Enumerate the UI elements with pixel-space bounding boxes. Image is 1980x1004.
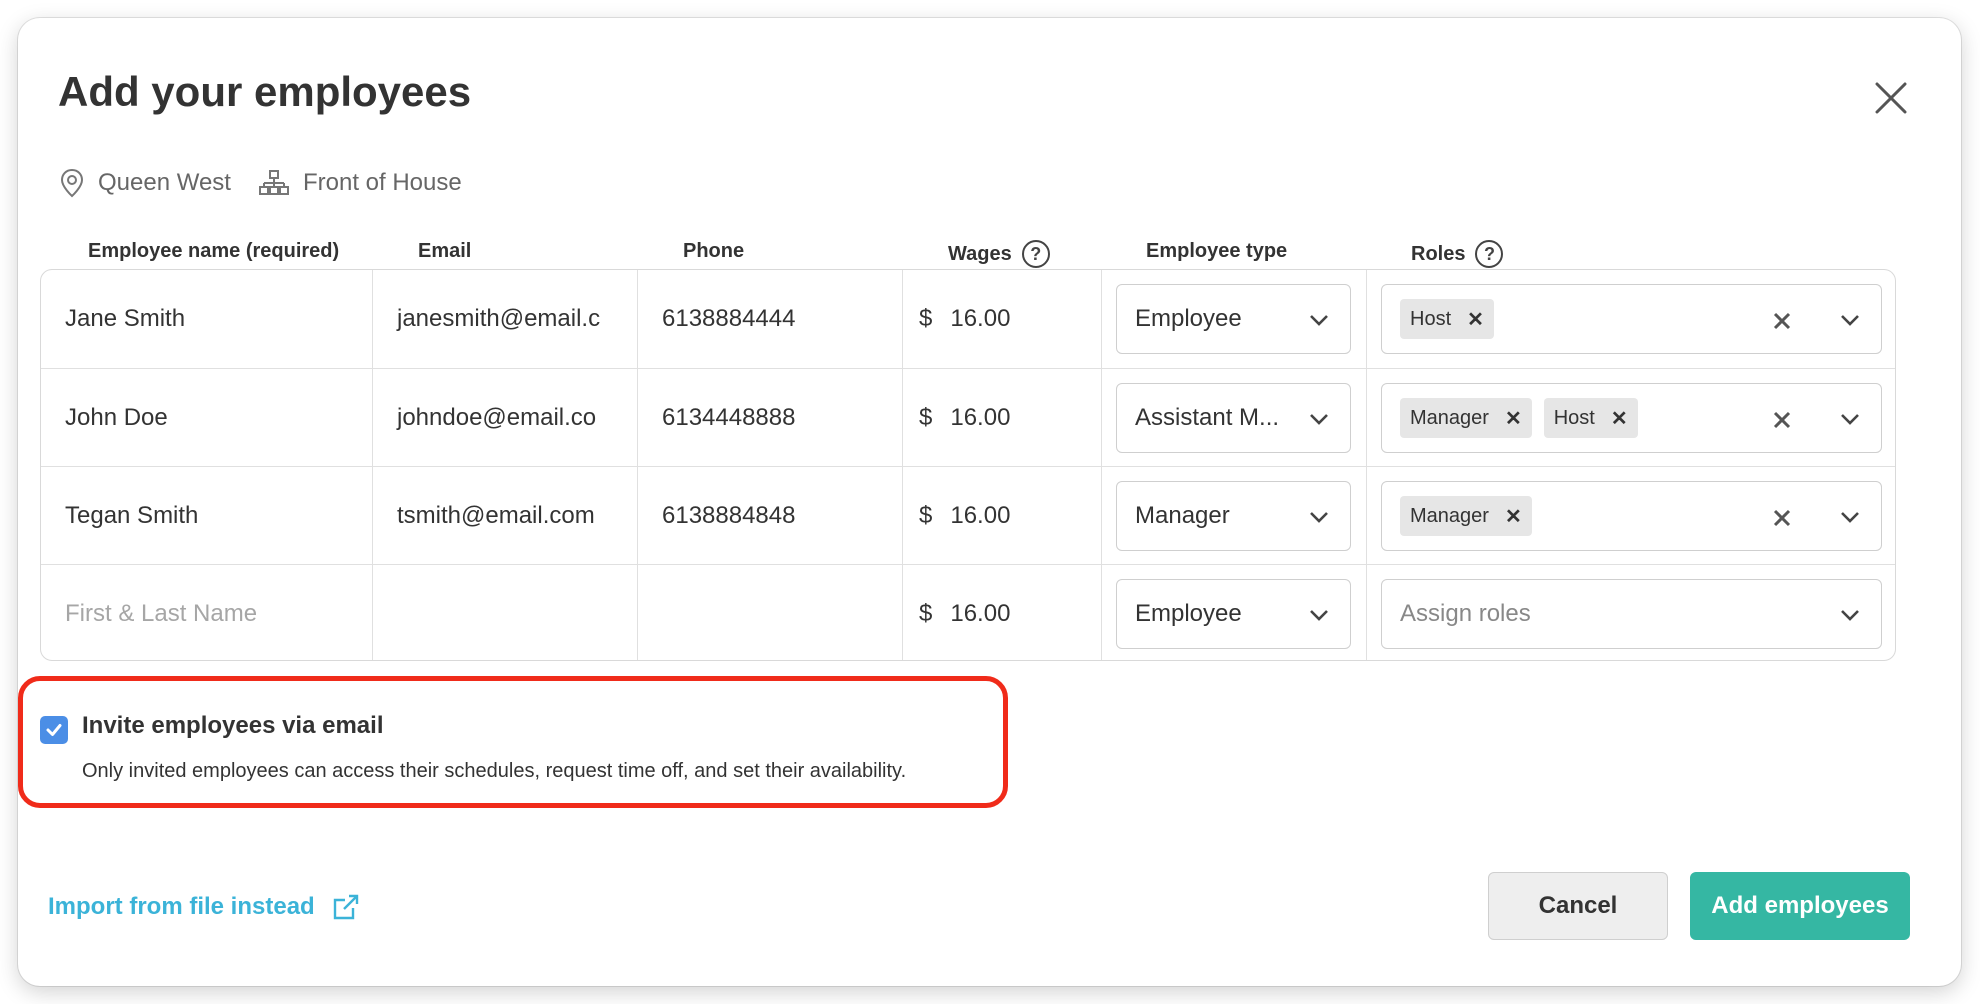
remove-role-icon[interactable]: ✕: [1611, 406, 1628, 431]
external-link-icon: [333, 894, 358, 920]
location-info: Queen West: [60, 168, 231, 198]
chevron-down-icon: [1310, 610, 1328, 621]
invite-highlight-outline: [18, 676, 1008, 808]
column-header-name: Employee name (required): [88, 240, 340, 262]
table-row: Tegan Smith tsmith@email.com 6138884848 …: [41, 466, 1895, 565]
roles-help-icon[interactable]: ?: [1475, 240, 1504, 268]
table-row: Jane Smith janesmith@email.c 6138884444 …: [41, 270, 1895, 368]
wage-input[interactable]: $16.00: [902, 565, 1101, 660]
remove-role-icon[interactable]: ✕: [1505, 504, 1522, 529]
employee-type-select[interactable]: Assistant M...: [1116, 383, 1351, 453]
location-pin-icon: [60, 168, 84, 198]
invite-description: Only invited employees can access their …: [82, 760, 907, 782]
import-from-file-link[interactable]: Import from file instead: [48, 892, 361, 922]
roles-select[interactable]: Assign roles: [1381, 579, 1882, 649]
role-tag: Manager ✕: [1400, 496, 1532, 536]
department-label: Front of House: [302, 169, 462, 196]
employee-type-cell: Assistant M...: [1101, 369, 1366, 467]
chevron-down-icon: [1310, 414, 1328, 425]
name-cell[interactable]: John Doe: [41, 369, 372, 467]
chevron-down-icon: [1310, 315, 1328, 326]
table-row-new: First & Last Name $16.00 Employee Assign…: [41, 564, 1895, 660]
phone-input[interactable]: [637, 565, 902, 660]
checkmark-icon: [46, 724, 62, 736]
remove-role-icon[interactable]: ✕: [1505, 406, 1522, 431]
employee-type-cell: Employee: [1101, 565, 1366, 660]
invite-checkbox[interactable]: [40, 716, 68, 744]
wages-help-icon[interactable]: ?: [1021, 240, 1050, 268]
roles-cell: Manager ✕ Host ✕: [1366, 369, 1895, 467]
table-row: John Doe johndoe@email.co 6134448888 $16…: [41, 368, 1895, 467]
phone-cell[interactable]: 6138884444: [637, 270, 902, 368]
chevron-down-icon: [1841, 512, 1859, 523]
phone-cell[interactable]: 6134448888: [637, 369, 902, 467]
wage-cell[interactable]: $16.00: [902, 369, 1101, 467]
employee-type-select[interactable]: Manager: [1116, 481, 1351, 551]
chevron-down-icon: [1841, 315, 1859, 326]
roles-select[interactable]: Manager ✕ Host ✕: [1381, 383, 1882, 453]
wage-cell[interactable]: $16.00: [902, 467, 1101, 565]
role-tag: Host ✕: [1400, 299, 1494, 339]
employee-type-select[interactable]: Employee: [1116, 284, 1351, 354]
email-cell[interactable]: tsmith@email.com: [372, 467, 637, 565]
roles-select[interactable]: Host ✕: [1381, 284, 1882, 354]
roles-select[interactable]: Manager ✕: [1381, 481, 1882, 551]
employee-type-select[interactable]: Employee: [1116, 579, 1351, 649]
role-tag: Host ✕: [1543, 398, 1638, 438]
roles-cell: Manager ✕: [1366, 467, 1895, 565]
chevron-down-icon: [1310, 512, 1328, 523]
department-info: Front of House: [258, 169, 462, 197]
column-header-phone: Phone: [683, 240, 745, 262]
clear-roles-icon[interactable]: [1771, 507, 1793, 529]
clear-roles-icon[interactable]: [1771, 310, 1793, 332]
wage-cell[interactable]: $16.00: [902, 270, 1101, 368]
name-cell[interactable]: Tegan Smith: [41, 467, 372, 565]
column-header-employee-type: Employee type: [1146, 240, 1288, 262]
phone-cell[interactable]: 6138884848: [637, 467, 902, 565]
modal-meta: Queen West Front of House: [60, 168, 478, 198]
remove-role-icon[interactable]: ✕: [1467, 307, 1484, 332]
invite-label[interactable]: Invite employees via email: [82, 712, 384, 740]
employee-type-cell: Manager: [1101, 467, 1366, 565]
column-header-roles: Roles ?: [1411, 240, 1504, 268]
email-cell[interactable]: johndoe@email.co: [372, 369, 637, 467]
name-input[interactable]: First & Last Name: [41, 565, 372, 660]
chevron-down-icon: [1841, 610, 1859, 621]
email-input[interactable]: [372, 565, 637, 660]
chevron-down-icon: [1841, 414, 1859, 425]
roles-cell: Assign roles: [1366, 565, 1895, 660]
role-tag: Manager ✕: [1400, 398, 1532, 438]
employee-type-cell: Employee: [1101, 270, 1366, 368]
close-icon: [1875, 82, 1907, 114]
modal-title: Add your employees: [58, 68, 472, 115]
employees-table: Jane Smith janesmith@email.c 6138884444 …: [40, 269, 1896, 661]
cancel-button[interactable]: Cancel: [1488, 872, 1668, 940]
org-chart-icon: [258, 170, 289, 195]
close-button[interactable]: [1869, 76, 1913, 120]
name-cell[interactable]: Jane Smith: [41, 270, 372, 368]
email-cell[interactable]: janesmith@email.c: [372, 270, 637, 368]
add-employees-button[interactable]: Add employees: [1690, 872, 1910, 940]
clear-roles-icon[interactable]: [1771, 409, 1793, 431]
roles-cell: Host ✕: [1366, 270, 1895, 368]
column-header-email: Email: [418, 240, 472, 262]
location-label: Queen West: [98, 169, 231, 196]
column-header-wages: Wages ?: [948, 240, 1050, 268]
